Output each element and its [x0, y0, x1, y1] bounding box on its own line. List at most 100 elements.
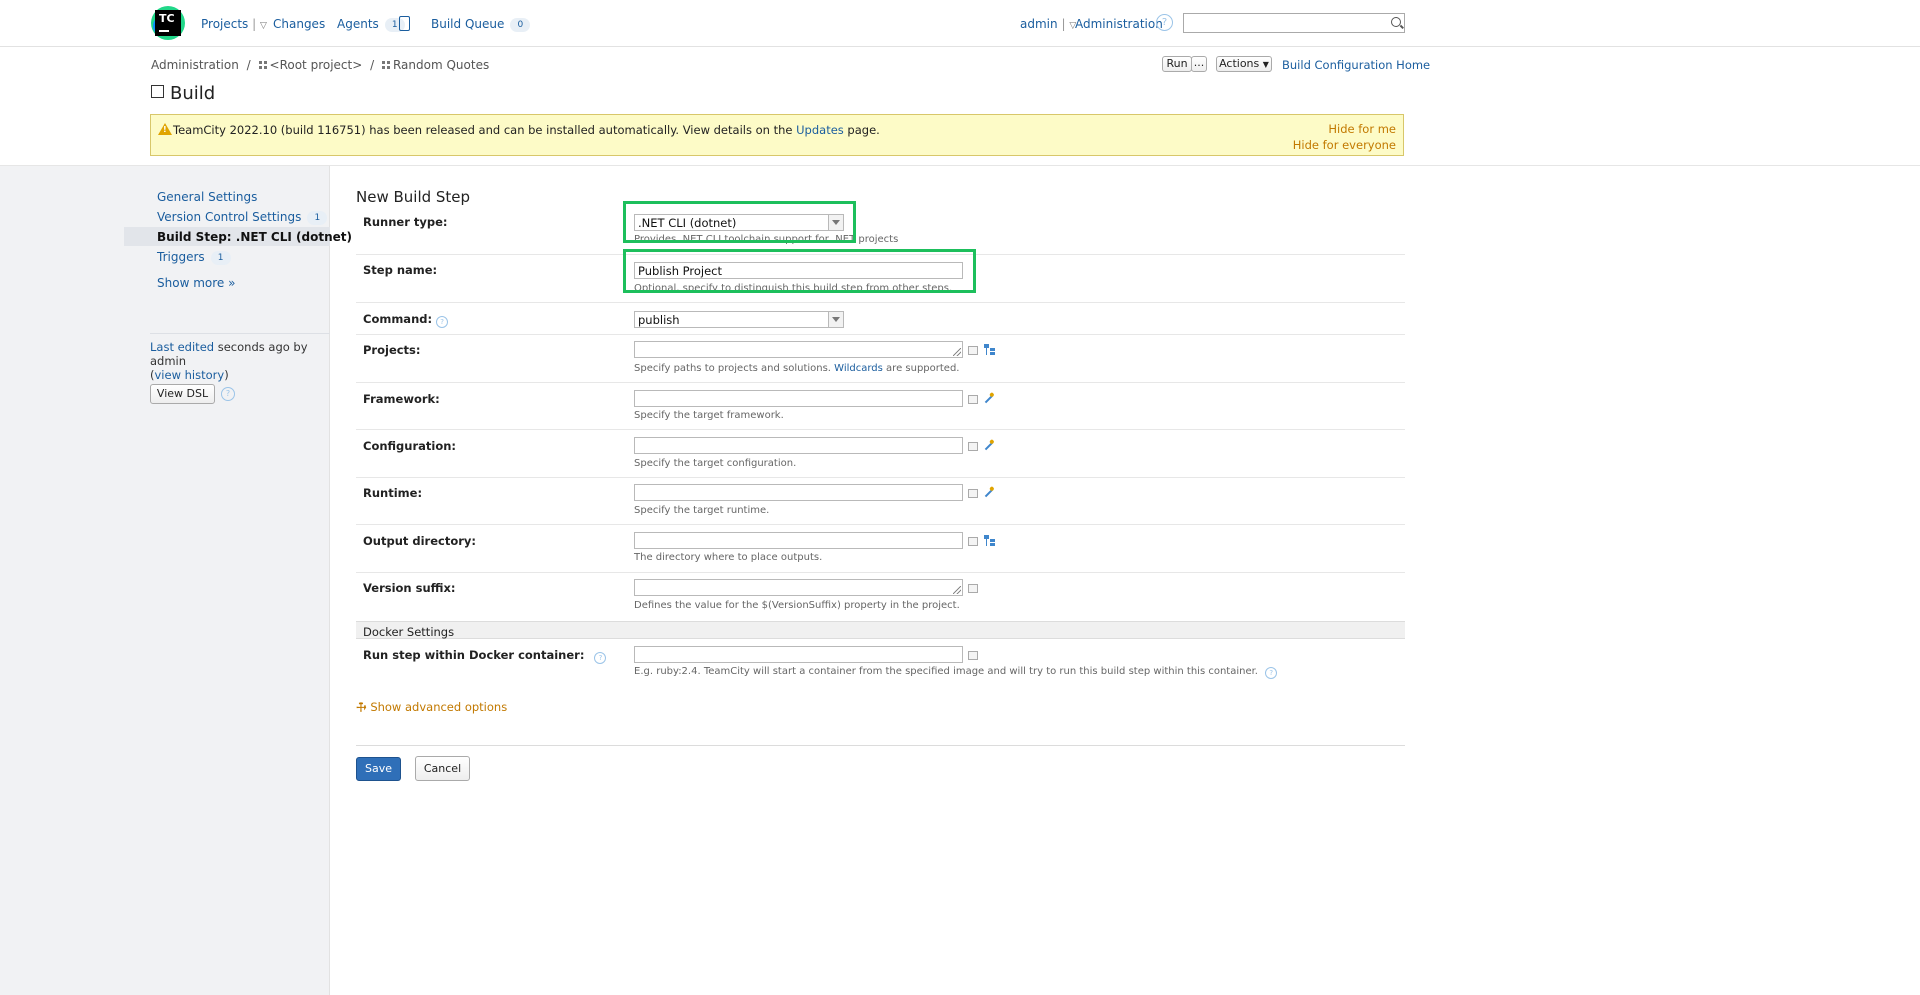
docker-container-input[interactable] — [634, 646, 963, 663]
parameter-picker-icon[interactable] — [968, 584, 978, 593]
help-icon[interactable]: ? — [594, 652, 607, 664]
runtime-note: Specify the target runtime. — [634, 505, 770, 516]
sidebar-item-label: Triggers — [157, 250, 205, 264]
parameter-picker-icon[interactable] — [968, 395, 978, 404]
show-advanced-label: Show advanced options — [370, 700, 508, 714]
agent-device-icon[interactable] — [399, 16, 410, 31]
warning-icon: ! — [158, 123, 172, 135]
help-icon[interactable]: ? — [436, 316, 449, 328]
command-label-text: Command: — [363, 312, 433, 326]
parameter-picker-icon[interactable] — [968, 537, 978, 546]
projects-note-before: Specify paths to projects and solutions. — [634, 363, 835, 374]
build-configuration-icon — [151, 85, 164, 98]
user-name: admin — [1020, 17, 1058, 31]
file-tree-icon[interactable] — [984, 344, 995, 355]
chevron-down-icon[interactable]: ▽ — [260, 21, 267, 31]
version-suffix-textarea[interactable] — [634, 579, 963, 596]
build-queue-count-badge: 0 — [510, 18, 531, 32]
project-icon — [381, 61, 390, 69]
teamcity-logo[interactable]: TC — [151, 6, 185, 40]
docker-container-label: Run step within Docker container: ? — [363, 648, 607, 664]
nav-separator: | — [252, 17, 257, 31]
docker-note-text: E.g. ruby:2.4. TeamCity will start a con… — [634, 666, 1258, 677]
output-directory-label: Output directory: — [363, 534, 477, 548]
nav-agents-label: Agents — [337, 17, 379, 31]
updates-link[interactable]: Updates — [796, 123, 844, 137]
banner-text-after: page. — [843, 123, 880, 137]
framework-label: Framework: — [363, 392, 440, 406]
dropdown-arrow-icon[interactable] — [828, 312, 843, 327]
row-divider — [356, 334, 1405, 335]
configuration-label: Configuration: — [363, 439, 457, 453]
breadcrumb-separator: / — [246, 58, 251, 72]
sidebar-item-build-step[interactable]: Build Step: .NET CLI (dotnet) — [157, 230, 352, 244]
parameter-picker-icon[interactable] — [968, 651, 978, 660]
resize-grip-icon[interactable] — [953, 348, 961, 356]
breadcrumb-random-quotes[interactable]: Random Quotes — [393, 58, 489, 72]
projects-textarea[interactable] — [634, 341, 963, 358]
logo-text: TC — [159, 12, 175, 25]
show-advanced-options-link[interactable]: ⚒Show advanced options — [353, 698, 508, 715]
form-title: New Build Step — [356, 188, 471, 206]
nav-projects-label: Projects — [201, 17, 249, 31]
breadcrumb-administration[interactable]: Administration — [151, 58, 239, 72]
magic-wand-icon[interactable] — [984, 394, 994, 404]
configuration-input[interactable] — [634, 437, 963, 454]
resize-grip-icon[interactable] — [953, 586, 961, 594]
hide-for-everyone-link[interactable]: Hide for everyone — [1293, 138, 1396, 152]
actions-dropdown[interactable]: Actions ▼ — [1216, 56, 1272, 72]
parameter-picker-icon[interactable] — [968, 346, 978, 355]
sidebar-divider — [150, 333, 330, 334]
run-button[interactable]: Run — [1162, 56, 1192, 72]
row-divider — [356, 429, 1405, 430]
row-divider — [356, 524, 1405, 525]
row-divider — [356, 302, 1405, 303]
command-select[interactable]: publish — [634, 311, 844, 328]
help-icon[interactable]: ? — [221, 387, 235, 401]
output-directory-input[interactable] — [634, 532, 963, 549]
sidebar-item-triggers[interactable]: Triggers 1 — [157, 250, 231, 265]
help-icon[interactable]: ? — [1265, 667, 1278, 679]
row-divider — [356, 477, 1405, 478]
view-history-link[interactable]: view history — [155, 368, 225, 382]
view-dsl-button[interactable]: View DSL — [150, 384, 215, 404]
user-menu[interactable]: admin | ▽ — [1020, 17, 1076, 31]
sidebar-item-version-control-settings[interactable]: Version Control Settings 1 — [157, 210, 328, 225]
save-button[interactable]: Save — [356, 757, 401, 781]
cancel-button[interactable]: Cancel — [415, 756, 470, 781]
hide-for-me-link[interactable]: Hide for me — [1328, 122, 1396, 136]
breadcrumb-separator: / — [370, 58, 375, 72]
docker-settings-header: Docker Settings — [356, 621, 1405, 639]
magic-wand-icon[interactable] — [984, 441, 994, 451]
row-divider — [356, 382, 1405, 383]
build-configuration-home-link[interactable]: Build Configuration Home — [1282, 58, 1430, 72]
parameter-picker-icon[interactable] — [968, 442, 978, 451]
run-custom-button[interactable]: ... — [1191, 56, 1207, 72]
nav-administration[interactable]: Administration — [1075, 17, 1163, 31]
nav-build-queue[interactable]: Build Queue 0 — [431, 17, 531, 32]
last-edited-link[interactable]: Last edited — [150, 340, 214, 354]
nav-build-queue-label: Build Queue — [431, 17, 505, 31]
caret-down-icon: ▼ — [1262, 60, 1269, 69]
parameter-picker-icon[interactable] — [968, 489, 978, 498]
file-tree-icon[interactable] — [984, 535, 995, 546]
nav-changes[interactable]: Changes — [273, 17, 325, 31]
search-icon[interactable] — [1391, 17, 1401, 27]
help-icon[interactable]: ? — [1156, 14, 1173, 31]
projects-label: Projects: — [363, 343, 421, 357]
nav-agents[interactable]: Agents 1 — [337, 17, 405, 32]
runtime-input[interactable] — [634, 484, 963, 501]
settings-sidebar — [0, 166, 330, 995]
framework-input[interactable] — [634, 390, 963, 407]
vcs-count-badge: 1 — [307, 211, 328, 225]
sidebar-show-more[interactable]: Show more » — [157, 276, 235, 290]
runtime-label: Runtime: — [363, 486, 423, 500]
magic-wand-icon[interactable] — [984, 488, 994, 498]
sidebar-item-general-settings[interactable]: General Settings — [157, 190, 257, 204]
breadcrumb-root-project[interactable]: <Root project> — [270, 58, 363, 72]
wildcards-link[interactable]: Wildcards — [834, 363, 883, 374]
row-divider — [356, 572, 1405, 573]
breadcrumb: Administration / <Root project> / Random… — [151, 58, 489, 72]
nav-projects[interactable]: Projects | ▽ — [201, 17, 267, 31]
search-input[interactable] — [1183, 13, 1405, 33]
